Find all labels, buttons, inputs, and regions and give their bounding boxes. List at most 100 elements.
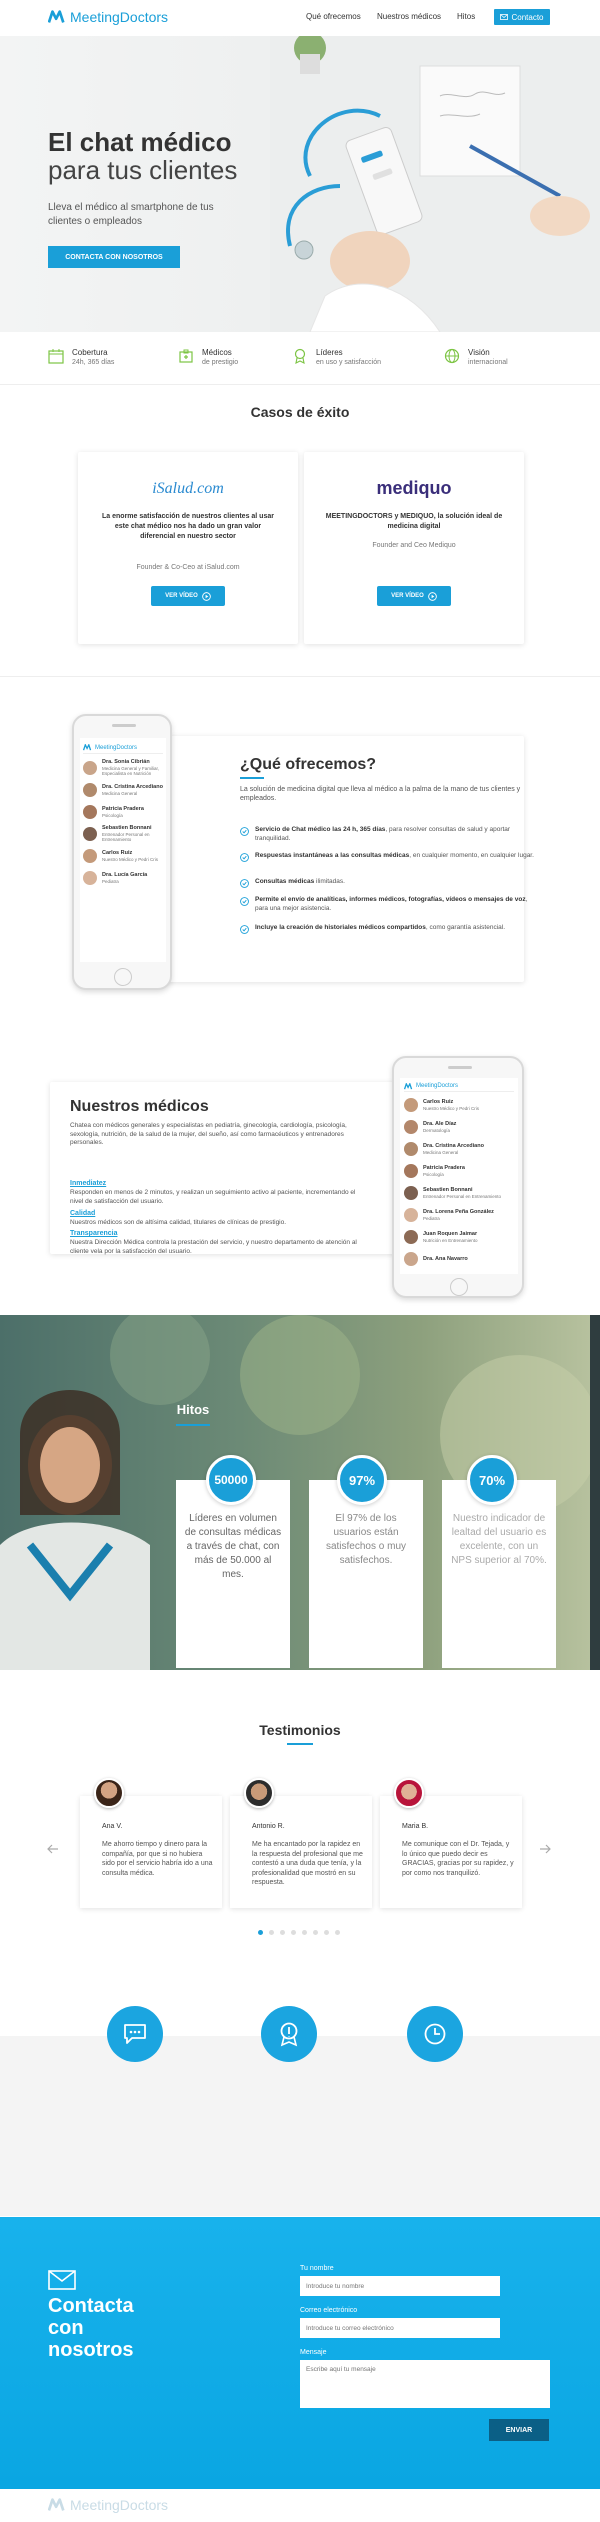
feature-sub: en uso y satisfacción	[316, 359, 381, 366]
phone-home-button	[114, 968, 132, 986]
doctors-block-text: Responden en menos de 2 minutos, y reali…	[70, 1189, 356, 1205]
hero-cta-button[interactable]: CONTACTA CON NOSOTROS	[48, 246, 180, 268]
check-icon	[240, 827, 249, 836]
chat-icon	[124, 2024, 146, 2044]
avatar	[244, 1778, 274, 1808]
offer-item: Consultas médicas ilimitadas.	[240, 878, 540, 888]
stat-text: Líderes en volumen de consultas médicas …	[184, 1513, 282, 1580]
carousel-dot[interactable]	[269, 1930, 274, 1935]
doctor-specialty: Nuestro Médico y Pedri Cris	[423, 1105, 480, 1111]
nav-link-que-ofrecemos[interactable]: Qué ofrecemos	[306, 12, 361, 21]
name-input[interactable]	[300, 2276, 500, 2296]
carousel-dot[interactable]	[324, 1930, 329, 1935]
stat-value: 50000	[206, 1455, 256, 1505]
doctor-row[interactable]: Dra. Ale Díaz Dermatología	[404, 1116, 514, 1138]
email-input[interactable]	[300, 2318, 500, 2338]
offer-item: Incluye la creación de historiales médic…	[240, 924, 540, 934]
feature-cobertura: Cobertura 24h, 365 días	[48, 348, 114, 367]
carousel-next-icon[interactable]	[538, 1842, 552, 1856]
doctor-avatar	[83, 871, 97, 885]
hero-title-line2: para tus clientes	[48, 155, 238, 185]
app-logo-icon	[83, 744, 92, 751]
case-logo: mediquo	[376, 478, 452, 498]
watch-video-button[interactable]: VER VÍDEO	[377, 586, 451, 606]
doctor-specialty: Nuestro Médico y Pedri Cris	[102, 856, 159, 862]
stat-value: 70%	[467, 1455, 517, 1505]
app-name: MeetingDoctors	[95, 744, 138, 751]
carousel-dot[interactable]	[291, 1930, 296, 1935]
feature-medicos: Médicos de prestigio	[178, 348, 238, 367]
doctor-avatar	[83, 827, 97, 841]
doctor-row[interactable]: Juan Roquen Jaimar Nutrición en Entrenami…	[404, 1226, 514, 1248]
doctor-row[interactable]: Carlos Ruiz Nuestro Médico y Pedri Cris	[404, 1094, 514, 1116]
carousel-dot[interactable]	[258, 1930, 263, 1935]
contact-button[interactable]: Contacto	[494, 9, 550, 25]
message-textarea[interactable]	[300, 2360, 550, 2408]
offer-item-rest: , en cualquier momento, en cualquier lug…	[409, 852, 534, 859]
doctors-block-title: Transparencia	[70, 1230, 118, 1237]
doctor-specialty: Medicina General	[423, 1149, 459, 1155]
footer-logo[interactable]: MeetingDoctors	[48, 2497, 168, 2513]
testimonials-title: Testimonios	[259, 1722, 341, 1738]
medal-icon	[280, 2022, 298, 2047]
top-nav: MeetingDoctors Qué ofrecemos Nuestros mé…	[0, 0, 600, 36]
offer-item-text: Incluye la creación de historiales médic…	[255, 924, 505, 934]
watch-video-button[interactable]: VER VÍDEO	[151, 586, 225, 606]
nav-link-hitos[interactable]: Hitos	[457, 12, 475, 21]
doctor-row[interactable]: Dra. Ana Navarro	[404, 1248, 514, 1270]
carousel-dot[interactable]	[302, 1930, 307, 1935]
doctor-avatar	[404, 1252, 418, 1266]
doctor-row[interactable]: Sebastien Bonnani Entrenador Personal en …	[404, 1182, 514, 1204]
doctor-row[interactable]: Patricia Pradera Psicología	[404, 1160, 514, 1182]
doctor-row[interactable]: Dra. Lucía García Pediatra	[83, 867, 163, 889]
carousel-dot[interactable]	[313, 1930, 318, 1935]
divider	[0, 384, 600, 385]
footer: MeetingDoctors	[0, 2489, 600, 2522]
testimonial-quote: Me comunique con el Dr. Tejada, y lo úni…	[402, 1841, 514, 1877]
doctor-row[interactable]: Dra. Lorena Peña González Pediatra	[404, 1204, 514, 1226]
case-card-isalud: iSalud.com La enorme satisfacción de nue…	[78, 452, 298, 644]
hero-subtitle: Lleva el médico al smartphone de tus cli…	[48, 202, 214, 227]
doctors-lead: Chatea con médicos generales y especiali…	[70, 1122, 347, 1146]
divider	[0, 676, 600, 677]
app-logo-icon	[404, 1082, 413, 1089]
offer-title-underline	[240, 777, 264, 779]
email-label: Correo electrónico	[300, 2307, 358, 2314]
feature-title: Médicos	[202, 348, 232, 357]
check-icon	[240, 897, 249, 906]
offer-item-text: Permite el envío de analíticas, informes…	[255, 896, 540, 913]
feature-title: Líderes	[316, 348, 343, 357]
doctor-row[interactable]: Carlos Ruiz Nuestro Médico y Pedri Cris	[83, 845, 163, 867]
doctors-block-text: Nuestra Dirección Médica controla la pre…	[70, 1239, 357, 1255]
doctor-row[interactable]: Patricia Pradera Psicología	[83, 801, 163, 823]
logo[interactable]: MeetingDoctors	[48, 9, 168, 25]
clock-icon	[424, 2023, 446, 2045]
contact-title-line2: con	[48, 2317, 84, 2339]
stat-value: 97%	[337, 1455, 387, 1505]
contact-title-line3: nosotros	[48, 2339, 134, 2361]
send-button[interactable]: ENVIAR	[489, 2419, 549, 2441]
offer-lead: La solución de medicina digital que llev…	[240, 786, 521, 802]
feature-vision: Visión internacional	[444, 348, 508, 367]
doctor-row[interactable]: Sebastien Bonnani Entrenador Personal en …	[83, 823, 163, 845]
feature-sub: de prestigio	[202, 359, 239, 366]
offer-item-text: Consultas médicas ilimitadas.	[255, 878, 345, 888]
doctor-avatar	[83, 761, 97, 775]
logo-mark-icon	[48, 2498, 65, 2511]
case-text: MEETINGDOCTORS y MEDIQUO, la solución id…	[325, 513, 503, 530]
offer-item-bold: Incluye la creación de historiales médic…	[255, 924, 426, 931]
carousel-dot[interactable]	[280, 1930, 285, 1935]
doctor-name: Dra. Ale Díaz	[423, 1121, 457, 1127]
doctor-row[interactable]: Dra. Sonia Cibrián Medicina General y Fam…	[83, 757, 163, 779]
nav-link-nuestros-medicos[interactable]: Nuestros médicos	[377, 12, 441, 21]
doctor-row[interactable]: Dra. Cristina Arcediano Medicina General	[404, 1138, 514, 1160]
doctor-row[interactable]: Dra. Cristina Arcediano Medicina General	[83, 779, 163, 801]
app-header: MeetingDoctors	[404, 1081, 514, 1092]
contact-title-line1: Contacta	[48, 2295, 134, 2317]
carousel-prev-icon[interactable]	[46, 1842, 60, 1856]
phone-mockup: MeetingDoctors Dra. Sonia Cibrián Medicin…	[72, 714, 172, 990]
doctor-avatar	[404, 1208, 418, 1222]
carousel-dot[interactable]	[335, 1930, 340, 1935]
doctors-title: Nuestros médicos	[70, 1098, 209, 1115]
avatar	[94, 1778, 124, 1808]
